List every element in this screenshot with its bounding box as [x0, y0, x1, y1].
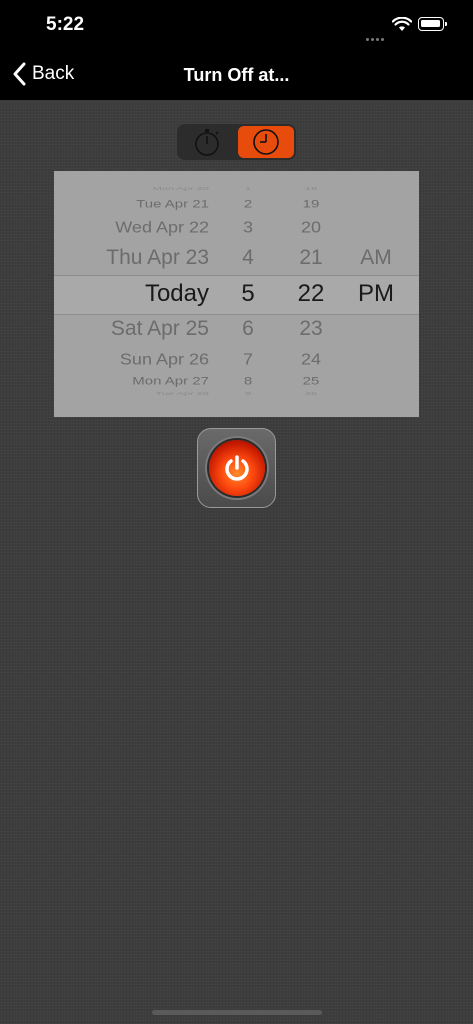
- picker-date-selected[interactable]: Today: [54, 280, 209, 308]
- picker-minute-selected[interactable]: 22: [291, 280, 331, 308]
- picker-hour-option[interactable]: 6: [233, 317, 263, 341]
- segment-stopwatch[interactable]: [179, 126, 235, 158]
- picker-minute-option[interactable]: 24: [291, 350, 331, 368]
- picker-hour-option[interactable]: 7: [233, 350, 263, 368]
- picker-date-option[interactable]: Tue Apr 28: [54, 391, 209, 396]
- stopwatch-icon: [195, 129, 219, 156]
- picker-hour-selected[interactable]: 5: [233, 280, 263, 308]
- picker-hour-option[interactable]: 3: [233, 218, 263, 236]
- picker-date-option[interactable]: Wed Apr 22: [54, 218, 209, 236]
- picker-date-option[interactable]: Mon Apr 27: [54, 375, 209, 387]
- power-icon: [225, 455, 249, 481]
- picker-date-option[interactable]: Tue Apr 21: [54, 198, 209, 210]
- picker-ampm-option[interactable]: AM: [351, 246, 401, 270]
- status-bar: 5:22: [0, 0, 473, 52]
- mode-segmented-control: [177, 124, 296, 160]
- picker-date-option[interactable]: Mon Apr 20: [54, 186, 209, 191]
- segment-clock[interactable]: [238, 126, 294, 158]
- wifi-icon: [392, 17, 412, 31]
- picker-date-option[interactable]: Sun Apr 26: [54, 350, 209, 368]
- power-button-face: [209, 440, 265, 496]
- clock-icon: [253, 129, 279, 155]
- picker-hour-option[interactable]: 8: [233, 375, 263, 387]
- picker-minute-option[interactable]: 19: [291, 198, 331, 210]
- picker-hour-option[interactable]: 2: [233, 198, 263, 210]
- picker-ampm-selected[interactable]: PM: [351, 280, 401, 308]
- picker-date-option[interactable]: Sat Apr 25: [54, 317, 209, 341]
- picker-minute-option[interactable]: 25: [291, 375, 331, 387]
- status-time: 5:22: [46, 14, 85, 35]
- battery-icon: [418, 17, 447, 31]
- picker-minute-option[interactable]: 20: [291, 218, 331, 236]
- picker-date-option[interactable]: Thu Apr 23: [54, 246, 209, 270]
- power-off-button[interactable]: [197, 428, 276, 508]
- page-title: Turn Off at...: [183, 65, 290, 85]
- navigation-bar: Back Turn Off at...: [0, 52, 473, 100]
- cellular-signal-icon: [366, 28, 388, 41]
- picker-minute-option[interactable]: 21: [291, 246, 331, 270]
- date-time-picker[interactable]: Mon Apr 20 Tue Apr 21 Wed Apr 22 Thu Apr…: [54, 171, 419, 417]
- picker-minute-option[interactable]: 26: [291, 391, 331, 396]
- picker-hour-option[interactable]: 1: [233, 186, 263, 191]
- picker-hour-option[interactable]: 9: [233, 391, 263, 396]
- home-indicator[interactable]: [152, 1010, 322, 1015]
- picker-minute-option[interactable]: 23: [291, 317, 331, 341]
- picker-minute-option[interactable]: 18: [291, 186, 331, 191]
- picker-hour-option[interactable]: 4: [233, 246, 263, 270]
